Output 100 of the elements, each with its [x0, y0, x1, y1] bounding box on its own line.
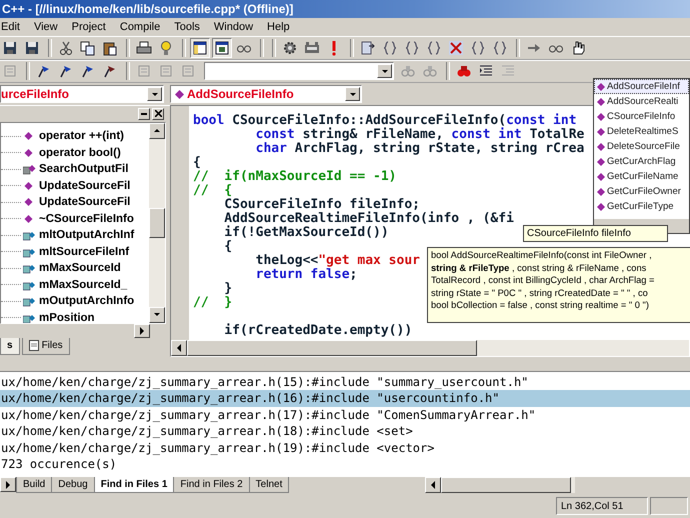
tooltip-line: string rState = " P0C " , string rCreatedDate = " " , co: [431, 286, 649, 299]
tree-item[interactable]: mPosition: [39, 312, 95, 323]
code-line: if(!GetMaxSourceId()): [223, 226, 389, 240]
code-line: theLog<<"get max sour: [254, 254, 420, 268]
scroll-arrow-icon[interactable]: [431, 481, 435, 490]
window-title: C++ - [//linux/home/ken/lib/sourcefile.cpp* (Offline)]: [0, 0, 690, 18]
diamond-icon: [175, 90, 184, 99]
scroll-thumb[interactable]: [149, 208, 165, 238]
menu-item[interactable]: Tools: [174, 20, 200, 33]
code-line: // if(nMaxSourceId == -1): [193, 170, 396, 184]
window-icon[interactable]: [214, 40, 230, 56]
dropdown-arrow-icon[interactable]: [153, 312, 161, 318]
code-line: // {: [193, 184, 232, 198]
tree-item[interactable]: UpdateSourceFil: [39, 196, 130, 208]
document-icon: [28, 340, 39, 352]
scroll-thumb[interactable]: [187, 340, 477, 356]
completion-item[interactable]: DeleteRealtimeS: [594, 124, 689, 139]
output-tab[interactable]: Telnet: [248, 477, 290, 494]
output-line[interactable]: ux/home/ken/charge/zj_summary_arrear.h(19):#include <vector>: [0, 440, 690, 456]
tree-item[interactable]: operator bool(): [39, 146, 121, 159]
tree-item[interactable]: UpdateSourceFil: [39, 180, 130, 192]
menu-item[interactable]: Help: [267, 20, 290, 33]
box-diamond-icon: [23, 229, 36, 242]
output-tab[interactable]: Find in Files 2: [173, 477, 250, 494]
cursor-position: Ln 362,Col 51: [556, 497, 648, 516]
bulb-icon[interactable]: [158, 40, 174, 56]
scroll-arrow-icon[interactable]: [153, 128, 161, 134]
tree-item[interactable]: operator ++(int): [39, 130, 124, 142]
output-line[interactable]: ux/home/ken/charge/zj_summary_arrear.h(17):#include "ComenSummaryArrear.h": [0, 406, 690, 424]
close-icon: [154, 110, 162, 118]
save-icon[interactable]: [24, 40, 40, 56]
copy-icon[interactable]: [80, 40, 96, 56]
code-line: bool CSourceFileInfo::AddSourceFileInfo(const int: [193, 114, 577, 128]
status-panel: [650, 497, 688, 516]
tree-item[interactable]: mltSourceFileInf: [39, 246, 130, 258]
binoculars-icon[interactable]: [456, 63, 472, 80]
save-icon[interactable]: [2, 40, 18, 56]
output-tab[interactable]: Build: [16, 477, 52, 494]
tooltip-line: TotalRecord , const int BillingCycleId , char ArchFlag =: [431, 274, 656, 286]
dropdown-arrow-icon[interactable]: [380, 68, 388, 74]
tree-item[interactable]: mMaxSourceId_: [39, 278, 128, 291]
tree-item[interactable]: mMaxSourceId: [39, 262, 121, 274]
close-button[interactable]: [152, 108, 164, 120]
tooltip-line: string & rFileType , const string & rFileName , cons: [431, 262, 648, 274]
cut-icon[interactable]: [58, 40, 74, 56]
box-diamond-icon: [23, 163, 36, 176]
tooltip-line: bool AddSourceRealtimeFileInfo(const int FileOwner ,: [431, 249, 653, 262]
completion-item[interactable]: CSourceFileInfo: [594, 109, 689, 124]
tree-item[interactable]: ~CSourceFileInfo: [39, 212, 134, 225]
menu-item[interactable]: Window: [214, 20, 254, 33]
dropdown-arrow-icon[interactable]: [150, 92, 158, 97]
dropdown-arrow-icon[interactable]: [348, 92, 356, 97]
code-line: char ArchFlag, string rState, string rCrea: [254, 142, 584, 156]
output-line[interactable]: ux/home/ken/charge/zj_summary_arrear.h(15):#include "summary_usercount.h": [0, 374, 690, 390]
menu-item[interactable]: Project: [72, 20, 106, 33]
class-combo[interactable]: urceFileInfo: [0, 85, 164, 104]
window-icon[interactable]: [192, 40, 208, 56]
scroll-arrow-icon[interactable]: [140, 326, 144, 335]
menu-item[interactable]: View: [34, 20, 58, 33]
box-diamond-icon: [23, 295, 36, 308]
completion-item[interactable]: AddSourceRealti: [594, 94, 689, 109]
code-line: const string& rFileName, const int TotalRe: [254, 128, 584, 142]
output-line[interactable]: ux/home/ken/charge/zj_summary_arrear.h(18):#include <set>: [0, 423, 690, 440]
minimize-icon: [141, 112, 147, 115]
code-line: AddSourceRealtimeFileInfo(info , (&fi: [223, 212, 514, 226]
print-icon[interactable]: [136, 40, 152, 56]
paste-icon[interactable]: [102, 40, 118, 56]
step-icon[interactable]: [360, 40, 376, 56]
tooltip-line: bool bCollection = false , const string realtime = " 0 "): [431, 299, 650, 312]
scroll-arrow-icon[interactable]: [177, 344, 181, 352]
menu-item[interactable]: Edit: [1, 20, 20, 33]
tree-item[interactable]: mltOutputArchInf: [39, 229, 134, 242]
box-diamond-icon: [23, 262, 36, 274]
tooltip: CSourceFileInfo fileInfo: [523, 225, 668, 242]
minimize-button[interactable]: [138, 108, 150, 120]
output-tab[interactable]: Debug: [51, 477, 95, 494]
completion-item[interactable]: DeleteSourceFile: [594, 139, 689, 154]
menu-item[interactable]: Compile: [120, 20, 160, 33]
tree-item[interactable]: mOutputArchInfo: [39, 295, 134, 308]
code-line: if(rCreatedDate.empty()): [223, 324, 412, 338]
completion-item[interactable]: GetCurFileOwner: [594, 184, 689, 199]
code-line: }: [223, 282, 232, 296]
completion-item[interactable]: AddSourceFileInf: [594, 79, 689, 94]
member-combo[interactable]: AddSourceFileInfo: [170, 85, 362, 104]
tree-item[interactable]: SearchOutputFil: [39, 163, 128, 176]
find-combo-field[interactable]: [204, 62, 394, 80]
code-line: {: [223, 240, 232, 254]
completion-item[interactable]: GetCurFileName: [594, 169, 689, 184]
completion-item[interactable]: GetCurArchFlag: [594, 154, 689, 169]
gear-icon[interactable]: [282, 40, 298, 56]
scroll-arrow-icon[interactable]: [6, 480, 10, 489]
code-line: {: [193, 156, 201, 170]
completion-item[interactable]: GetCurFileType: [594, 199, 689, 214]
code-line: // }: [193, 296, 232, 310]
code-line: CSourceFileInfo fileInfo;: [223, 198, 420, 212]
panel-tab[interactable]: s: [0, 338, 20, 355]
panel-tab[interactable]: Files: [22, 338, 70, 355]
code-line: return false;: [254, 268, 358, 282]
output-line[interactable]: 723 occurence(s): [0, 456, 690, 473]
output-tab[interactable]: Find in Files 1: [94, 477, 174, 494]
